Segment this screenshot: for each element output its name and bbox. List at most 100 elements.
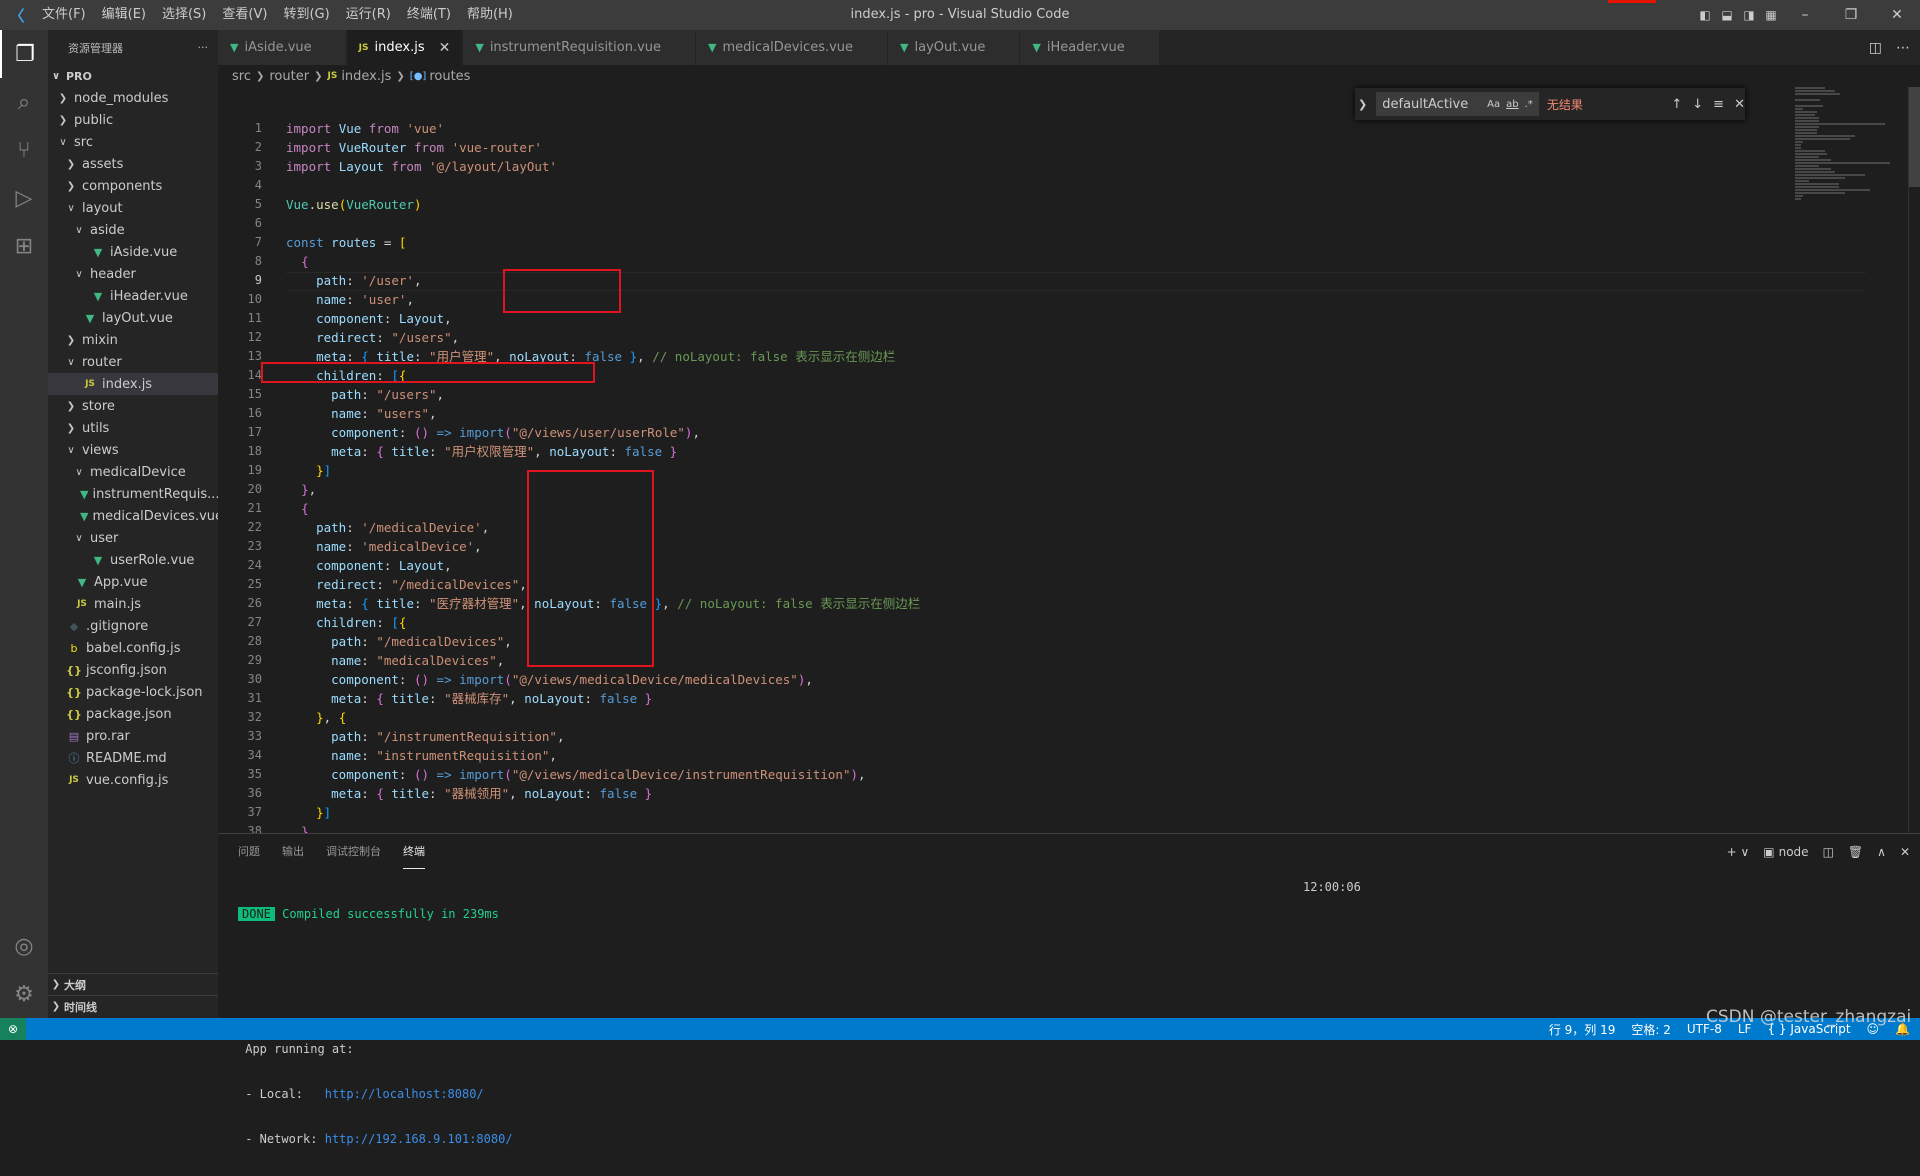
accounts-icon[interactable]: ◎	[0, 922, 48, 970]
editor-tab[interactable]: ▼ iHeader.vue	[1020, 30, 1160, 65]
close-find-icon[interactable]: ✕	[1734, 97, 1745, 112]
cursor-position[interactable]: 行 9，列 19	[1549, 1021, 1616, 1038]
tree-file[interactable]: ▼ medicalDevices.vue	[48, 505, 218, 527]
close-panel-icon[interactable]: ✕	[1900, 845, 1910, 859]
match-case-toggle[interactable]: Aa	[1487, 99, 1500, 110]
tree-file[interactable]: {} package.json	[48, 703, 218, 725]
minimize-icon[interactable]: –	[1782, 7, 1828, 23]
tree-file[interactable]: ⓘ README.md	[48, 747, 218, 769]
tree-file[interactable]: ▼ instrumentRequis...	[48, 483, 218, 505]
code-editor[interactable]: 1 2 3 4 5 6 7 8 9 10 11 12 13 14 15 16 17 18 19 20 21 22 23 24 2…	[218, 87, 1920, 833]
source-control-icon[interactable]: ⑂	[0, 126, 48, 174]
tree-folder[interactable]: ❯ mixin	[48, 329, 218, 351]
tree-folder[interactable]: ❯ utils	[48, 417, 218, 439]
tree-file[interactable]: {} jsconfig.json	[48, 659, 218, 681]
tree-file[interactable]: b babel.config.js	[48, 637, 218, 659]
toggle-sidebar-icon[interactable]: ◧	[1694, 8, 1716, 22]
find-input[interactable]: defaultActive Aa ab .*	[1376, 92, 1539, 116]
editor-tab[interactable]: ▼ instrumentRequisition.vue	[463, 30, 697, 65]
tree-folder[interactable]: ∨ views	[48, 439, 218, 461]
customize-layout-icon[interactable]: ▦	[1760, 8, 1782, 22]
editor-scrollbar[interactable]	[1908, 87, 1920, 833]
breadcrumb-symbol[interactable]: routes	[429, 69, 470, 84]
scrollbar-thumb[interactable]	[1909, 87, 1920, 187]
remote-icon[interactable]: ⊗	[0, 1018, 26, 1040]
settings-gear-icon[interactable]: ⚙	[0, 970, 48, 1018]
tree-file[interactable]: ▼ App.vue	[48, 571, 218, 593]
kill-terminal-icon[interactable]: 🗑	[1848, 845, 1863, 859]
tree-file[interactable]: {} package-lock.json	[48, 681, 218, 703]
terminal-name[interactable]: node	[1779, 845, 1809, 859]
toggle-secondary-sidebar-icon[interactable]: ◨	[1738, 8, 1760, 22]
tab-output[interactable]: 输出	[282, 834, 304, 869]
workspace-root[interactable]: ∨ PRO	[48, 65, 218, 87]
tree-file[interactable]: JS index.js	[48, 373, 218, 395]
local-url-link[interactable]: http://localhost:8080/	[325, 1087, 484, 1101]
menu-selection[interactable]: 选择(S)	[154, 0, 214, 30]
run-debug-icon[interactable]: ▷	[0, 174, 48, 222]
new-terminal-icon[interactable]: + ∨	[1727, 845, 1750, 859]
maximize-panel-icon[interactable]: ∧	[1877, 845, 1886, 859]
toggle-panel-icon[interactable]: ⬓	[1716, 8, 1738, 22]
tree-folder[interactable]: ❯ node_modules	[48, 87, 218, 109]
restore-icon[interactable]: ❐	[1828, 7, 1874, 23]
explorer-icon[interactable]: ❐	[0, 30, 48, 78]
menu-edit[interactable]: 编辑(E)	[94, 0, 154, 30]
explorer-more-icon[interactable]: ···	[198, 41, 209, 54]
menu-help[interactable]: 帮助(H)	[459, 0, 521, 30]
breadcrumb-router[interactable]: router	[269, 69, 309, 84]
menu-go[interactable]: 转到(G)	[275, 0, 337, 30]
tree-file[interactable]: ▼ userRole.vue	[48, 549, 218, 571]
close-window-icon[interactable]: ✕	[1874, 7, 1920, 23]
tab-problems[interactable]: 问题	[238, 834, 260, 869]
tree-folder[interactable]: ❯ assets	[48, 153, 218, 175]
next-match-icon[interactable]: ↓	[1692, 97, 1703, 112]
tree-folder[interactable]: ∨ aside	[48, 219, 218, 241]
timeline-section[interactable]: ❯ 时间线	[48, 995, 218, 1017]
outline-section[interactable]: ❯ 大纲	[48, 973, 218, 995]
tree-folder[interactable]: ∨ user	[48, 527, 218, 549]
indentation[interactable]: 空格: 2	[1631, 1021, 1671, 1038]
tree-file[interactable]: ▼ iHeader.vue	[48, 285, 218, 307]
regex-toggle[interactable]: .*	[1525, 99, 1533, 110]
previous-match-icon[interactable]: ↑	[1671, 97, 1682, 112]
menu-view[interactable]: 查看(V)	[214, 0, 275, 30]
minimap[interactable]	[1795, 87, 1905, 207]
find-in-selection-icon[interactable]: ≡	[1713, 97, 1724, 112]
editor-tab[interactable]: ▼ iAside.vue	[218, 30, 347, 65]
tree-folder[interactable]: ∨ header	[48, 263, 218, 285]
whole-word-toggle[interactable]: ab	[1506, 99, 1518, 110]
tree-folder[interactable]: ∨ src	[48, 131, 218, 153]
editor-tab[interactable]: ▼ layOut.vue	[888, 30, 1021, 65]
split-terminal-icon[interactable]: ◫	[1823, 845, 1834, 859]
tree-file[interactable]: ▼ layOut.vue	[48, 307, 218, 329]
tree-folder[interactable]: ❯ store	[48, 395, 218, 417]
tree-file[interactable]: JS vue.config.js	[48, 769, 218, 791]
network-url-link[interactable]: http://192.168.9.101:8080/	[325, 1132, 513, 1146]
tree-file[interactable]: ▤ pro.rar	[48, 725, 218, 747]
more-actions-icon[interactable]: ⋯	[1896, 40, 1910, 56]
menu-terminal[interactable]: 终端(T)	[399, 0, 459, 30]
tree-file[interactable]: ◆ .gitignore	[48, 615, 218, 637]
tab-debug-console[interactable]: 调试控制台	[326, 834, 381, 869]
breadcrumb-src[interactable]: src	[232, 69, 251, 84]
tree-folder[interactable]: ❯ components	[48, 175, 218, 197]
tree-folder[interactable]: ∨ layout	[48, 197, 218, 219]
split-editor-icon[interactable]: ◫	[1869, 40, 1882, 56]
tree-file[interactable]: ▼ iAside.vue	[48, 241, 218, 263]
menu-file[interactable]: 文件(F)	[34, 0, 94, 30]
tree-folder[interactable]: ∨ router	[48, 351, 218, 373]
search-icon[interactable]: ⌕	[0, 78, 48, 126]
tab-terminal[interactable]: 终端	[403, 834, 425, 869]
close-tab-icon[interactable]: ✕	[439, 40, 451, 56]
tree-folder[interactable]: ∨ medicalDevice	[48, 461, 218, 483]
tree-folder[interactable]: ❯ public	[48, 109, 218, 131]
extensions-icon[interactable]: ⊞	[0, 222, 48, 270]
menu-run[interactable]: 运行(R)	[338, 0, 399, 30]
toggle-replace-icon[interactable]: ❯	[1355, 98, 1370, 111]
tree-file[interactable]: JS main.js	[48, 593, 218, 615]
editor-tab[interactable]: ▼ medicalDevices.vue	[696, 30, 889, 65]
breadcrumb-file[interactable]: index.js	[341, 69, 391, 84]
editor-tab[interactable]: JS index.js ✕	[346, 30, 464, 65]
